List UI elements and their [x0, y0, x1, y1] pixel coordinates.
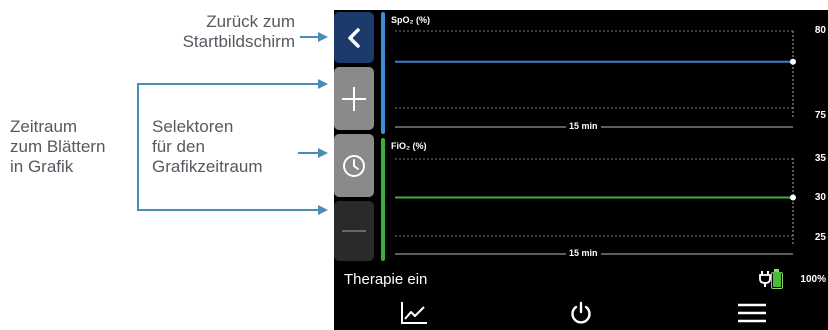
- battery-icon: [771, 269, 783, 289]
- battery-percentage: 100%: [800, 274, 826, 285]
- device-screen: SpO₂ (%) 80 75 15 min FiO₂ (%) 35 30 25 …: [334, 10, 828, 330]
- spo2-label: SpO₂ (%): [391, 15, 430, 25]
- battery-level: [773, 272, 781, 287]
- chevron-left-icon: [348, 27, 360, 48]
- therapy-status: Therapie ein: [344, 270, 428, 288]
- arrow-bracket-bottom: [137, 180, 320, 211]
- fio2-current-point: [790, 194, 796, 201]
- plug-icon: [759, 271, 771, 287]
- spo2-time-label: 15 min: [566, 121, 601, 131]
- fio2-tick-35: 35: [814, 153, 826, 164]
- spo2-graph-canvas: [381, 12, 796, 134]
- back-button[interactable]: [334, 12, 374, 63]
- fio2-time-label: 15 min: [566, 248, 601, 258]
- arrow-back-head: [318, 32, 328, 42]
- nav-power-button[interactable]: [561, 298, 601, 328]
- fio2-tick-30: 30: [814, 192, 826, 203]
- arrow-top-head: [318, 79, 328, 89]
- fio2-tick-25: 25: [814, 232, 826, 243]
- fio2-graph[interactable]: FiO₂ (%) 35 30 25 15 min: [381, 138, 828, 261]
- spo2-tick-80: 80: [814, 25, 826, 36]
- status-bar: Therapie ein 100%: [334, 266, 828, 292]
- plus-icon: [342, 86, 366, 111]
- power-icon: [571, 301, 591, 324]
- minus-icon: [342, 230, 366, 232]
- trend-chart-icon: [401, 302, 427, 324]
- nav-trend-button[interactable]: [394, 298, 434, 328]
- nav-menu-button[interactable]: [732, 298, 772, 328]
- zoom-in-button[interactable]: [334, 67, 374, 130]
- fio2-graph-canvas: [381, 138, 796, 261]
- hamburger-menu-icon: [738, 303, 766, 323]
- bottom-nav: [334, 296, 828, 330]
- callout-arrows: [137, 32, 328, 215]
- timespan-button[interactable]: [334, 134, 374, 197]
- fio2-accent-bar: [381, 138, 385, 261]
- zoom-out-button[interactable]: [334, 201, 374, 261]
- fio2-label: FiO₂ (%): [391, 141, 427, 151]
- spo2-accent-bar: [381, 12, 385, 134]
- spo2-tick-75: 75: [814, 110, 826, 121]
- arrow-bracket-top: [137, 83, 320, 210]
- spo2-graph[interactable]: SpO₂ (%) 80 75 15 min: [381, 12, 828, 134]
- arrow-selectors-head: [318, 148, 328, 158]
- clock-icon: [343, 154, 365, 177]
- arrow-bottom-head: [318, 205, 328, 215]
- spo2-current-point: [790, 58, 796, 65]
